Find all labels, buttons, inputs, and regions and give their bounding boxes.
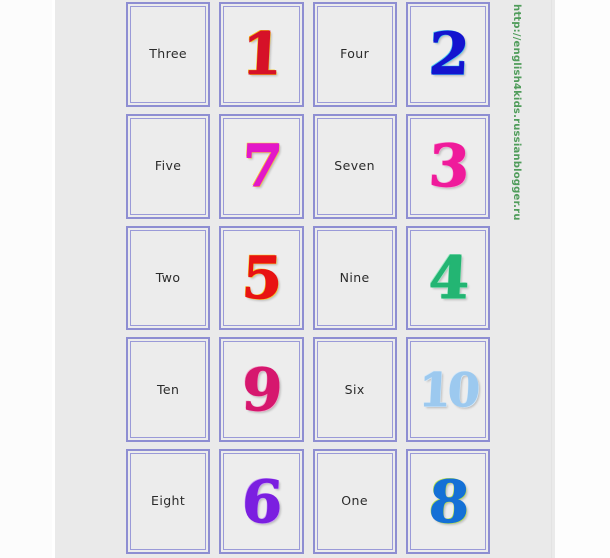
card-numeral-8[interactable]: 8 [405,449,490,554]
card-face: Eight [130,453,207,550]
card-face: 6 [223,453,300,550]
flashcard-page: Three 1 Four 2 Five 7 Seven 3 Two 5 Nine 4 Ten 9 Six 10… [0,0,610,558]
card-face: Nine [316,229,393,327]
card-face: 7 [223,117,300,215]
card-word-label: Nine [339,269,370,285]
card-face: Seven [316,117,393,215]
card-face: Five [130,117,207,215]
card-word-seven[interactable]: Seven [312,113,397,219]
card-face: 1 [223,6,300,103]
card-numeral-10[interactable]: 10 [405,337,490,443]
card-numeral-4[interactable]: 4 [405,225,490,331]
page-right-fold [551,0,552,558]
card-numeral-5[interactable]: 5 [219,225,304,331]
card-face: Four [316,6,393,103]
card-word-ten[interactable]: Ten [126,337,211,443]
flashcard-grid: Three 1 Four 2 Five 7 Seven 3 Two 5 Nine 4 Ten 9 Six 10… [126,2,490,554]
card-face: One [316,453,393,550]
card-numeral-label: 6 [240,467,283,536]
card-word-label: Five [154,157,182,173]
card-word-label: Eight [151,493,186,509]
card-face: Two [130,229,207,327]
card-word-nine[interactable]: Nine [312,225,397,331]
card-numeral-7[interactable]: 7 [219,113,304,219]
card-numeral-label: 3 [426,132,469,201]
card-word-four[interactable]: Four [312,2,397,107]
card-numeral-label: 5 [240,243,283,312]
page-left-margin [0,0,52,558]
card-numeral-2[interactable]: 2 [405,2,490,107]
card-face: 3 [409,117,486,215]
card-word-label: Three [149,46,188,62]
card-numeral-9[interactable]: 9 [219,337,304,443]
card-numeral-3[interactable]: 3 [405,113,490,219]
card-numeral-label: 4 [426,243,469,312]
card-face: Three [130,6,207,103]
card-numeral-label: 8 [426,467,469,536]
card-face: Six [316,341,393,439]
card-face: 4 [409,229,486,327]
card-face: Ten [130,341,207,439]
card-word-five[interactable]: Five [126,113,211,219]
card-word-label: Seven [334,157,375,173]
watermark-url: http://english4kids.russianblogger.ru [511,4,522,221]
card-word-one[interactable]: One [312,449,397,554]
card-word-label: Four [340,46,370,62]
page-right-margin [555,0,610,558]
card-word-label: Two [155,269,181,285]
card-word-eight[interactable]: Eight [126,449,211,554]
card-word-three[interactable]: Three [126,2,211,107]
card-word-two[interactable]: Two [126,225,211,331]
card-face: 5 [223,229,300,327]
card-numeral-1[interactable]: 1 [219,2,304,107]
card-word-label: Ten [156,381,180,397]
card-face: 9 [223,341,300,439]
card-numeral-label: 10 [417,362,479,417]
card-numeral-label: 1 [240,20,283,89]
card-numeral-label: 9 [240,355,283,424]
card-word-label: One [341,493,368,509]
card-word-label: Six [344,381,365,397]
card-numeral-6[interactable]: 6 [219,449,304,554]
card-numeral-label: 2 [426,20,469,89]
card-face: 8 [409,453,486,550]
card-face: 2 [409,6,486,103]
card-numeral-label: 7 [240,132,283,201]
card-word-six[interactable]: Six [312,337,397,443]
card-face: 10 [409,341,486,439]
